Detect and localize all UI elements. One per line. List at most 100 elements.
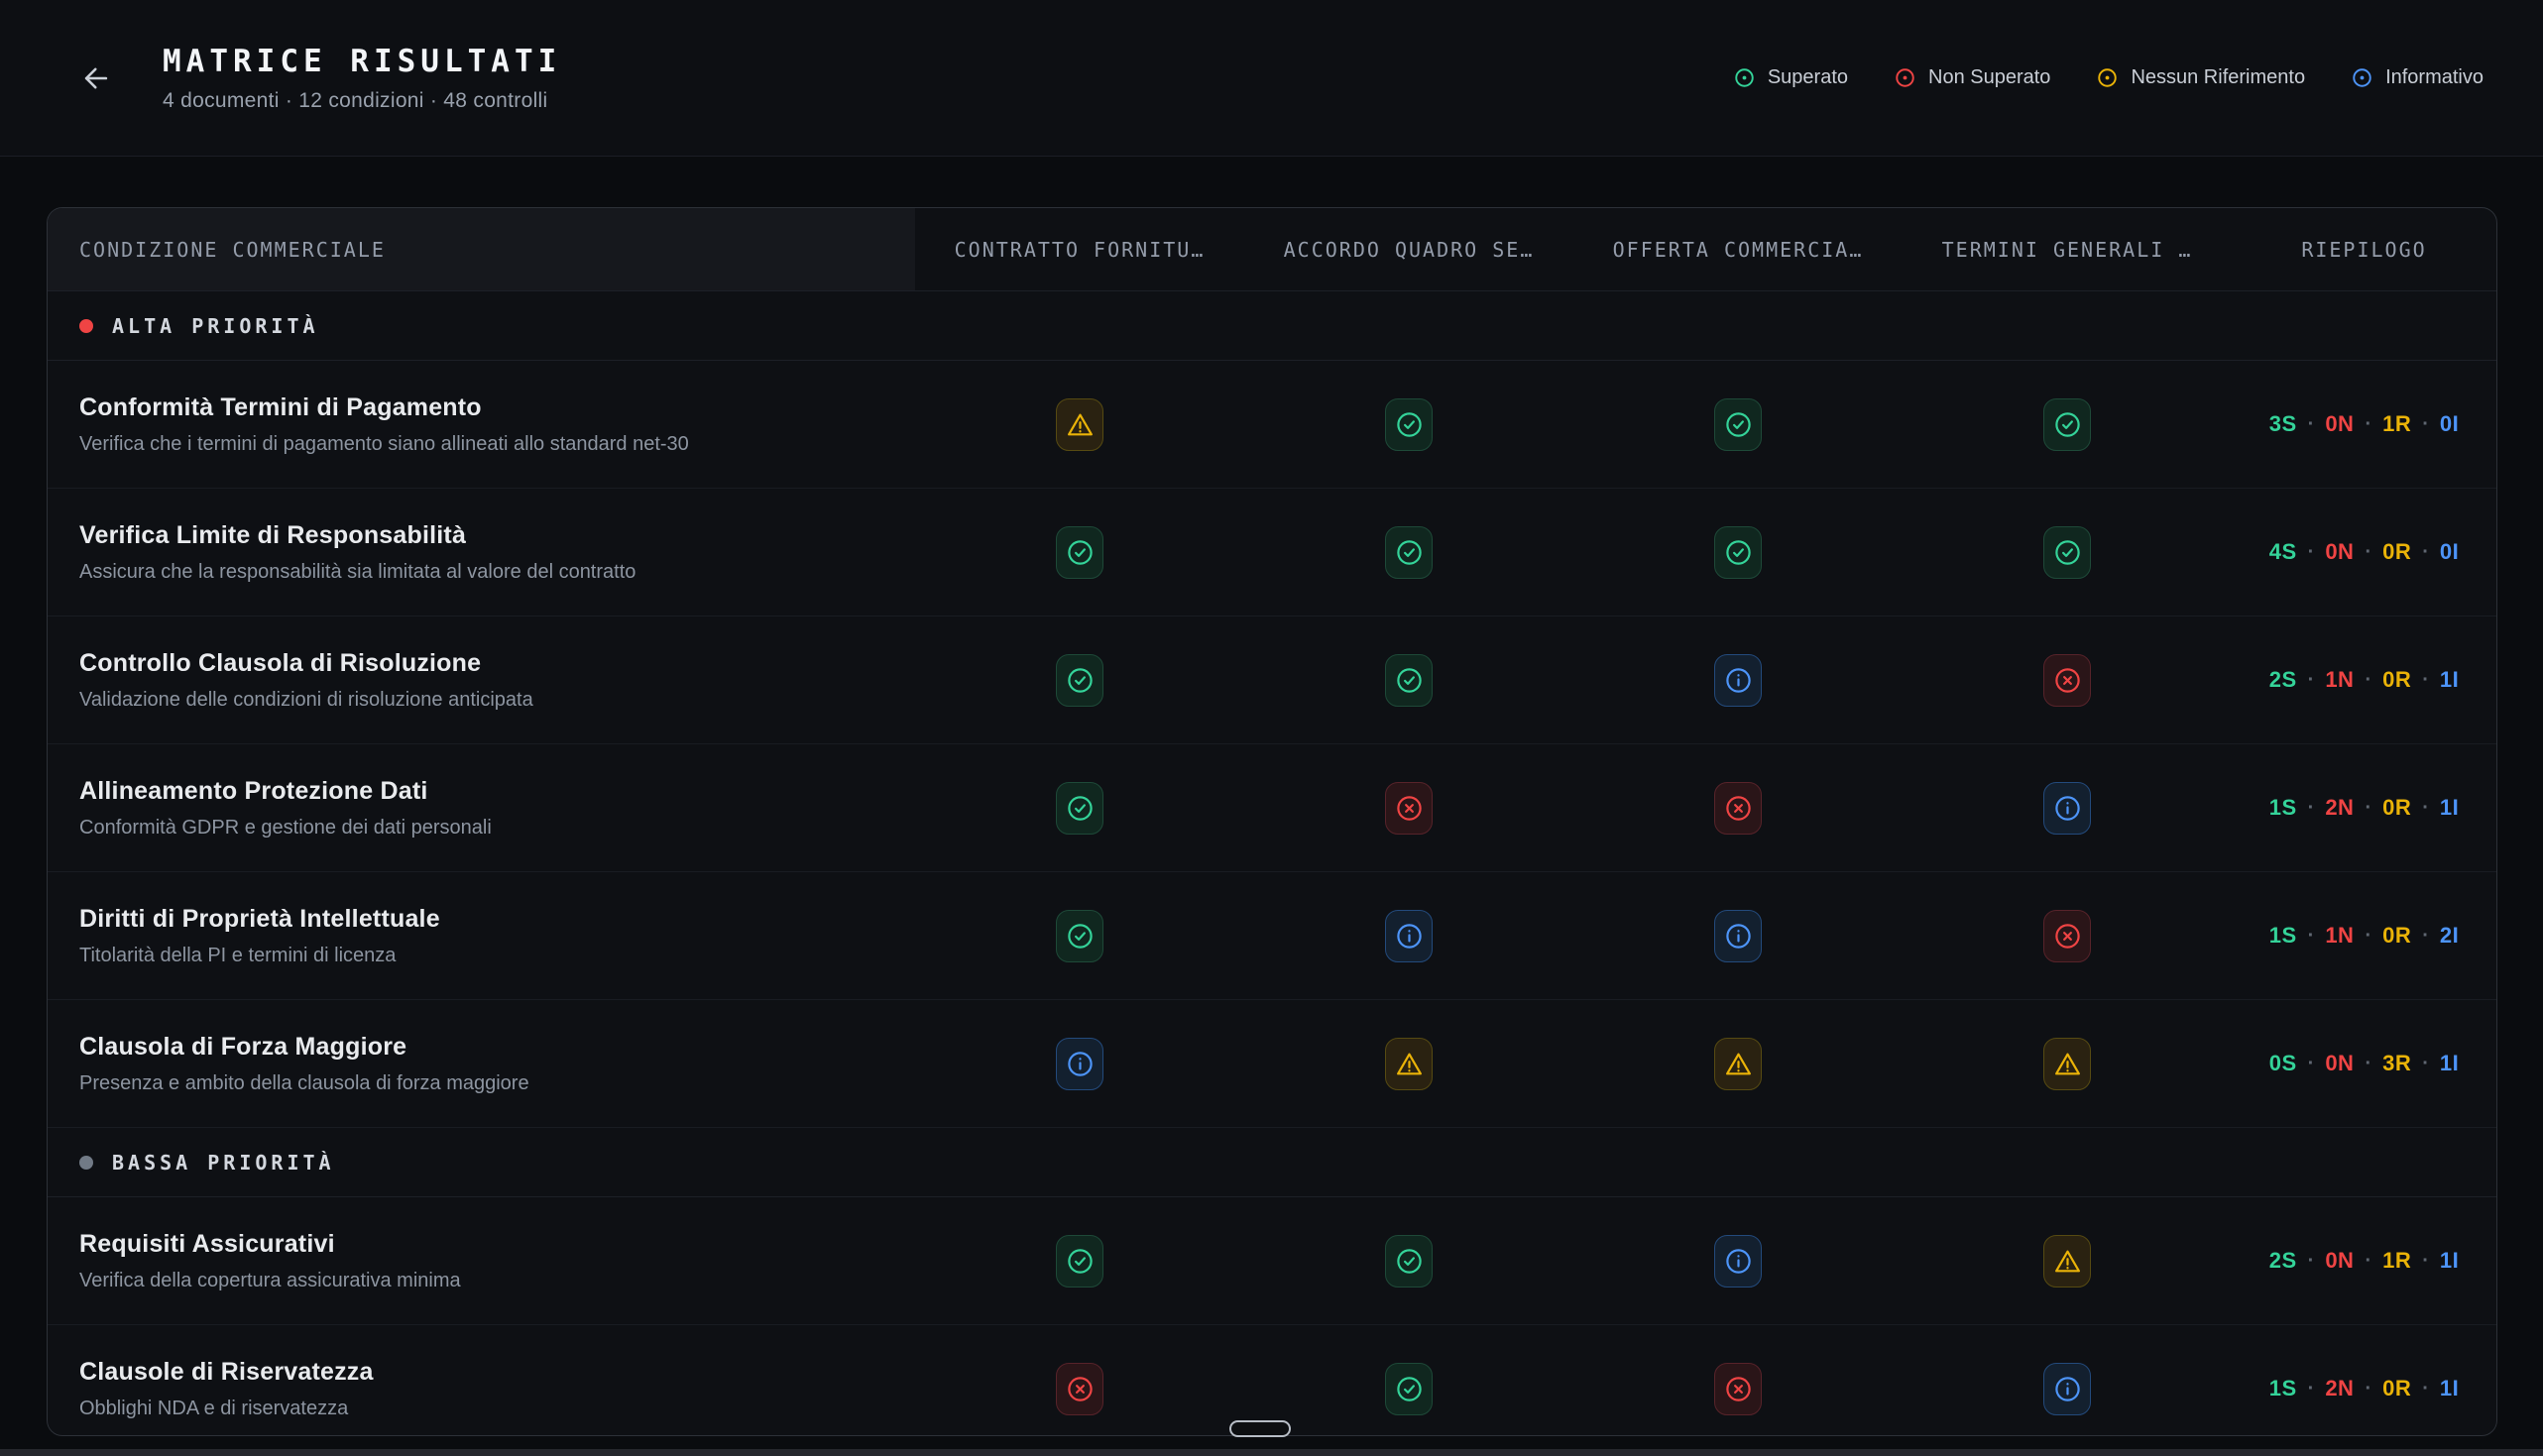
summary-separator: · [2308,1053,2315,1075]
row-summary: 1S·2N·0R·1I [2232,1325,2496,1436]
warning-triangle-icon [2052,1246,2083,1277]
condition-row: Verifica Limite di Responsabilità Assicu… [48,489,2496,616]
status-cell [1244,872,1573,999]
summary-ref-count: 0R [2382,539,2411,565]
summary-separator: · [2308,1378,2315,1400]
summary-pass-count: 2S [2269,667,2297,693]
info-circle-icon [1723,1246,1754,1277]
check-circle-icon [1394,409,1425,440]
status-badge[interactable] [1385,1235,1433,1288]
condition-row: Diritti di Proprietà Intellettuale Titol… [48,872,2496,1000]
warning-triangle-icon [1723,1049,1754,1079]
status-badge[interactable] [1056,654,1103,707]
status-cell [915,1000,1244,1127]
status-badge[interactable] [1385,910,1433,962]
status-cell [1903,616,2232,743]
summary-separator: · [2422,1250,2429,1273]
status-badge[interactable] [1056,526,1103,579]
condition-row: Controllo Clausola di Risoluzione Valida… [48,616,2496,744]
x-circle-icon [1394,793,1425,824]
legend-item-label: Non Superato [1928,66,2050,89]
check-circle-icon [1065,921,1096,952]
doc-column-header[interactable]: ACCORDO QUADRO SE… [1244,208,1573,290]
status-badge[interactable] [2043,782,2091,835]
row-summary: 0S·0N·3R·1I [2232,1000,2496,1127]
summary-separator: · [2365,541,2371,564]
page-title: MATRICE RISULTATI [163,44,561,79]
status-badge[interactable] [2043,654,2091,707]
x-circle-icon [2052,921,2083,952]
status-cell [1903,1197,2232,1324]
status-badge[interactable] [1385,782,1433,835]
condition-row: Allineamento Protezione Dati Conformità … [48,744,2496,872]
x-circle-icon [2052,665,2083,696]
condition-subtitle: Verifica che i termini di pagamento sian… [79,433,915,456]
row-summary: 1S·2N·0R·1I [2232,744,2496,871]
status-badge[interactable] [1385,654,1433,707]
summary-ref-count: 0R [2382,923,2411,949]
status-badge[interactable] [1385,1038,1433,1090]
status-badge[interactable] [1385,398,1433,451]
status-badge[interactable] [2043,526,2091,579]
status-badge[interactable] [2043,1038,2091,1090]
condition-title: Clausola di Forza Maggiore [79,1033,915,1062]
legend-status-icon [1894,66,1916,89]
status-badge[interactable] [1056,782,1103,835]
status-cell [1903,1000,2232,1127]
status-cell [1573,489,1903,616]
condition-title: Verifica Limite di Responsabilità [79,521,915,550]
doc-column-header[interactable]: CONTRATTO FORNITU… [915,208,1244,290]
summary-separator: · [2365,925,2371,948]
summary-ref-count: 0R [2382,795,2411,821]
summary-info-count: 1I [2440,1051,2459,1076]
status-badge[interactable] [1714,1038,1762,1090]
status-badge[interactable] [1714,398,1762,451]
status-badge[interactable] [2043,398,2091,451]
summary-pass-count: 1S [2269,795,2297,821]
status-badge[interactable] [1385,526,1433,579]
summary-pass-count: 1S [2269,923,2297,949]
status-badge[interactable] [1714,526,1762,579]
summary-pass-count: 4S [2269,539,2297,565]
status-cell [1573,872,1903,999]
summary-info-count: 1I [2440,667,2459,693]
summary-info-count: 0I [2440,411,2459,437]
summary-ref-count: 1R [2382,1248,2411,1274]
status-badge[interactable] [1714,1235,1762,1288]
legend-status-icon [2351,66,2373,89]
status-badge[interactable] [2043,910,2091,962]
info-circle-icon [2052,793,2083,824]
condition-cell: Verifica Limite di Responsabilità Assicu… [48,489,915,616]
summary-separator: · [2422,1378,2429,1400]
legend-item: Informativo [2351,66,2484,89]
status-badge[interactable] [1056,398,1103,451]
condition-subtitle: Obblighi NDA e di riservatezza [79,1398,915,1420]
status-badge[interactable] [1714,654,1762,707]
status-badge[interactable] [1056,910,1103,962]
summary-separator: · [2422,797,2429,820]
app-header: MATRICE RISULTATI 4 documenti · 12 condi… [0,0,2543,157]
status-badge[interactable] [2043,1363,2091,1415]
condition-cell: Clausole di Riservatezza Obblighi NDA e … [48,1325,915,1436]
status-badge[interactable] [1056,1038,1103,1090]
doc-column-header[interactable]: OFFERTA COMMERCIA… [1573,208,1903,290]
summary-info-count: 0I [2440,539,2459,565]
doc-column-header[interactable]: TERMINI GENERALI … [1903,208,2232,290]
status-badge[interactable] [2043,1235,2091,1288]
arrow-left-icon [79,61,113,95]
status-badge[interactable] [1714,910,1762,962]
status-badge[interactable] [1714,1363,1762,1415]
x-circle-icon [1723,793,1754,824]
back-button[interactable] [67,50,125,107]
status-cell [915,872,1244,999]
summary-separator: · [2422,1053,2429,1075]
results-matrix-card: CONDIZIONE COMMERCIALE CONTRATTO FORNITU… [47,207,2497,1436]
warning-triangle-icon [1065,409,1096,440]
status-badge[interactable] [1385,1363,1433,1415]
summary-fail-count: 0N [2325,1248,2354,1274]
priority-dot [79,319,93,333]
status-badge[interactable] [1056,1363,1103,1415]
scroll-handle[interactable] [1229,1420,1291,1437]
status-badge[interactable] [1056,1235,1103,1288]
status-badge[interactable] [1714,782,1762,835]
